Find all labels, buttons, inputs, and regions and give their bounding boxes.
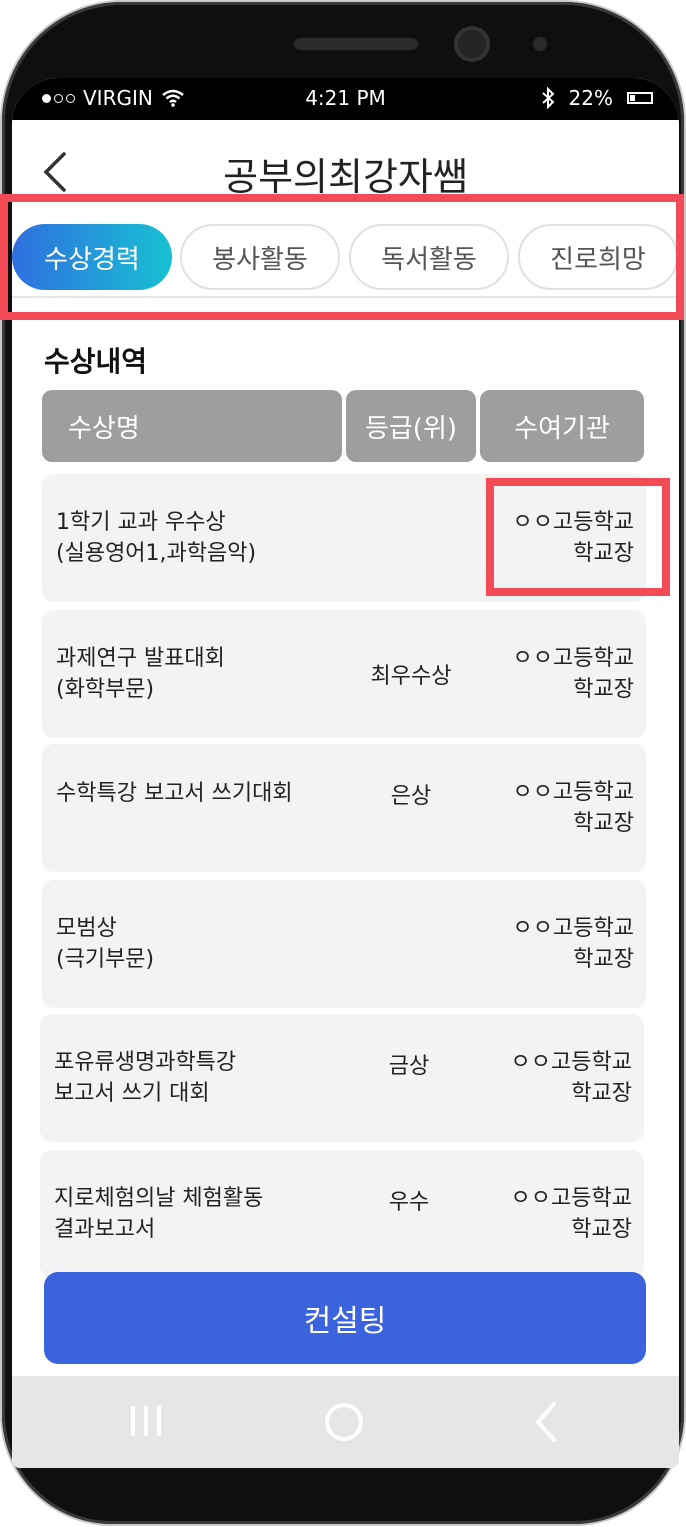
award-organization: ㅇㅇ고등학교 학교장 [513,744,634,872]
org-line2: 학교장 [573,677,634,702]
award-organization: ㅇㅇ고등학교 학교장 [511,1014,632,1142]
section-title: 수상내역 [44,345,148,378]
award-name: 과제연구 발표대회 (화학부문) [56,610,346,738]
speaker-grille [294,38,418,50]
award-name-line1: 포유류생명과학특강 [54,1050,237,1075]
highlight-box-organization [486,478,670,596]
award-name-line2: (화학부문) [56,677,155,702]
award-name-line2: (극기부문) [56,947,155,972]
header-grade: 등급(위) [346,390,476,462]
award-grade [346,880,476,1008]
table-row[interactable]: 지로체험의날 체험활동 결과보고서 우수 ㅇㅇ고등학교 학교장 [40,1150,644,1278]
table-row[interactable]: 포유류생명과학특강 보고서 쓰기 대회 금상 ㅇㅇ고등학교 학교장 [40,1014,644,1142]
recents-icon[interactable] [116,1394,176,1450]
award-grade: 최우수상 [370,664,452,689]
header-organization: 수여기관 [480,390,644,462]
front-camera [454,26,490,62]
header-award-name: 수상명 [42,390,342,462]
consulting-button[interactable]: 컨설팅 [44,1272,646,1364]
table-header: 수상명 등급(위) 수여기관 [42,390,644,466]
org-line2: 학교장 [571,1081,632,1106]
award-name-line1: 모범상 [56,916,117,941]
highlight-box-tabs [0,194,684,320]
award-grade [346,474,476,602]
back-icon[interactable] [516,1394,576,1450]
battery-percent: 22% [568,86,613,110]
award-name-line1: 과제연구 발표대회 [56,646,225,671]
bluetooth-icon [541,87,554,109]
org-line1: ㅇㅇ고등학교 [512,780,634,805]
award-name-line1: 1학기 교과 우수상 [56,510,226,535]
status-bar: VIRGIN 4:21 PM 22% [12,78,679,120]
award-name: 1학기 교과 우수상 (실용영어1,과학음악) [56,474,346,602]
table-row[interactable]: 과제연구 발표대회 (화학부문) 최우수상 ㅇㅇ고등학교 학교장 [42,610,646,738]
system-nav-bar [12,1376,679,1468]
award-grade: 금상 [388,1054,430,1079]
award-name-line2: 보고서 쓰기 대회 [54,1081,210,1106]
org-line2: 학교장 [571,1217,632,1242]
award-organization: ㅇㅇ고등학교 학교장 [511,1150,632,1278]
org-line1: ㅇㅇ고등학교 [512,646,634,671]
award-organization: ㅇㅇ고등학교 학교장 [513,610,634,738]
award-name-line2: 결과보고서 [54,1217,156,1242]
award-name: 지로체험의날 체험활동 결과보고서 [54,1150,344,1278]
award-name-line2: (실용영어1,과학음악) [56,541,257,566]
table-row[interactable]: 모범상 (극기부문) ㅇㅇ고등학교 학교장 [42,880,646,1008]
award-name-line1: 수학특강 보고서 쓰기대회 [56,781,293,806]
home-icon[interactable] [314,1394,374,1450]
award-name: 포유류생명과학특강 보고서 쓰기 대회 [54,1014,344,1142]
page-title: 공부의최강자쌤 [223,155,468,199]
org-line1: ㅇㅇ고등학교 [512,916,634,941]
award-grade: 우수 [388,1190,430,1215]
table-row[interactable]: 수학특강 보고서 쓰기대회 은상 ㅇㅇ고등학교 학교장 [42,744,646,872]
award-name-line1: 지로체험의날 체험활동 [54,1186,264,1211]
org-line1: ㅇㅇ고등학교 [510,1050,632,1075]
award-name: 모범상 (극기부문) [56,880,346,1008]
status-right: 22% [541,86,653,110]
award-name: 수학특강 보고서 쓰기대회 [56,744,346,872]
battery-icon [627,92,653,104]
org-line1: ㅇㅇ고등학교 [510,1186,632,1211]
proximity-sensor [533,37,547,51]
award-grade: 은상 [390,784,432,809]
org-line2: 학교장 [573,811,634,836]
award-organization: ㅇㅇ고등학교 학교장 [513,880,634,1008]
org-line2: 학교장 [573,947,634,972]
